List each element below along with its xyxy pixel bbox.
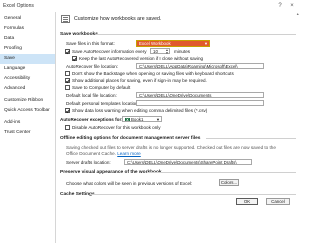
autorecover-exceptions-label: AutoRecover exceptions for: (60, 117, 123, 122)
save-format-dropdown[interactable]: Excel Workbook ▼ (136, 40, 210, 47)
sidebar-item-proofing[interactable]: Proofing (0, 44, 55, 54)
sidebar-item-customize-ribbon[interactable]: Customize Ribbon (0, 96, 55, 106)
title-bar: Excel Options ? × (0, 0, 300, 12)
keep-last-checkbox[interactable] (72, 56, 77, 61)
section-divider (90, 194, 296, 195)
csv-warning-label: Show data loss warning when editing comm… (72, 108, 208, 113)
section-divider (96, 34, 296, 35)
window-title: Excel Options (3, 3, 34, 9)
sidebar-item-accessibility[interactable]: Accessibility (0, 74, 55, 84)
close-button[interactable]: × (288, 2, 296, 10)
disable-autorecover-label: Disable AutoRecover for this workbook on… (72, 125, 161, 130)
autorecover-workbook-dropdown[interactable]: X Book1 ▼ (122, 116, 162, 122)
backstage-checkbox[interactable] (65, 71, 70, 76)
default-local-field[interactable]: C:\Users\DELL\OneDrive\Documents (136, 92, 264, 98)
page-header: Customize how workbooks are saved. (74, 16, 162, 22)
colors-button[interactable]: Colors... (219, 179, 239, 186)
sidebar-item-language[interactable]: Language (0, 64, 55, 74)
chevron-down-icon: ▼ (204, 41, 208, 46)
save-computer-label: Save to Computer by default (72, 85, 131, 90)
section-divider (148, 172, 296, 173)
ok-button[interactable]: OK (236, 198, 258, 205)
learn-more-link[interactable]: Learn more (117, 151, 141, 156)
offline-description-text: Saving checked out files to server draft… (66, 145, 276, 156)
document-save-icon (61, 15, 70, 23)
options-sidebar: General Formulas Data Proofing Save Lang… (0, 12, 56, 243)
colors-description: Choose what colors will be seen in previ… (66, 181, 193, 186)
csv-warning-checkbox[interactable] (65, 108, 70, 113)
sidebar-item-data[interactable]: Data (0, 34, 55, 44)
default-personal-label: Default personal templates location: (66, 101, 140, 106)
disable-autorecover-checkbox[interactable] (65, 125, 70, 130)
cancel-button[interactable]: Cancel (266, 198, 290, 205)
section-save-workbooks: Save workbooks (60, 32, 98, 37)
sidebar-item-formulas[interactable]: Formulas (0, 24, 55, 34)
save-computer-checkbox[interactable] (65, 85, 70, 90)
default-personal-field[interactable] (136, 100, 264, 106)
additional-places-checkbox[interactable] (65, 78, 70, 83)
save-format-value: Excel Workbook (139, 41, 171, 46)
sidebar-item-general[interactable]: General (0, 14, 55, 24)
section-offline-editing: Offline editing options for document man… (60, 136, 201, 141)
sidebar-item-advanced[interactable]: Advanced (0, 84, 55, 94)
autorecover-workbook-value: Book1 (131, 117, 144, 122)
autorecover-minutes-input[interactable]: 10 ▲ ▼ (150, 48, 170, 54)
spinner-arrows-icon[interactable]: ▲ ▼ (166, 49, 169, 55)
default-local-label: Default local file location: (66, 93, 117, 98)
sidebar-item-trust-center[interactable]: Trust Center (0, 128, 55, 138)
excel-icon: X (125, 118, 130, 122)
save-options-panel: ▲ Customize how workbooks are saved. Sav… (56, 12, 300, 243)
backstage-label: Don't show the Backstage when opening or… (72, 71, 234, 76)
offline-description: Saving checked out files to server draft… (66, 145, 288, 156)
format-label: Save files in this format: (66, 41, 115, 46)
section-divider (206, 138, 296, 139)
sidebar-item-save[interactable]: Save (0, 54, 55, 64)
sidebar-item-add-ins[interactable]: Add-ins (0, 118, 55, 128)
section-preserve-appearance: Preserve visual appearance of the workbo… (60, 170, 162, 175)
additional-places-label: Show additional places for saving, even … (72, 78, 207, 83)
autorecover-label: Save AutoRecover information every (72, 49, 147, 54)
sidebar-item-quick-access-toolbar[interactable]: Quick Access Toolbar (0, 106, 55, 116)
server-drafts-field[interactable]: C:\Users\DELL\OneDrive\Documents\SharePo… (124, 159, 252, 165)
scroll-up-arrow-icon[interactable]: ▲ (296, 12, 300, 16)
autorecover-location-label: AutoRecover file location: (66, 64, 119, 69)
server-drafts-label: Server drafts location: (66, 160, 111, 165)
chevron-down-icon: ▼ (156, 117, 160, 122)
autorecover-minutes-value: 10 (153, 49, 158, 54)
autorecover-checkbox[interactable] (65, 49, 70, 54)
minutes-label: minutes (174, 49, 191, 54)
help-button[interactable]: ? (276, 2, 284, 10)
keep-last-label: Keep the last AutoRecovered version if I… (79, 56, 204, 61)
autorecover-location-field[interactable]: C:\Users\DELL\AppData\Roaming\Microsoft\… (136, 63, 264, 69)
